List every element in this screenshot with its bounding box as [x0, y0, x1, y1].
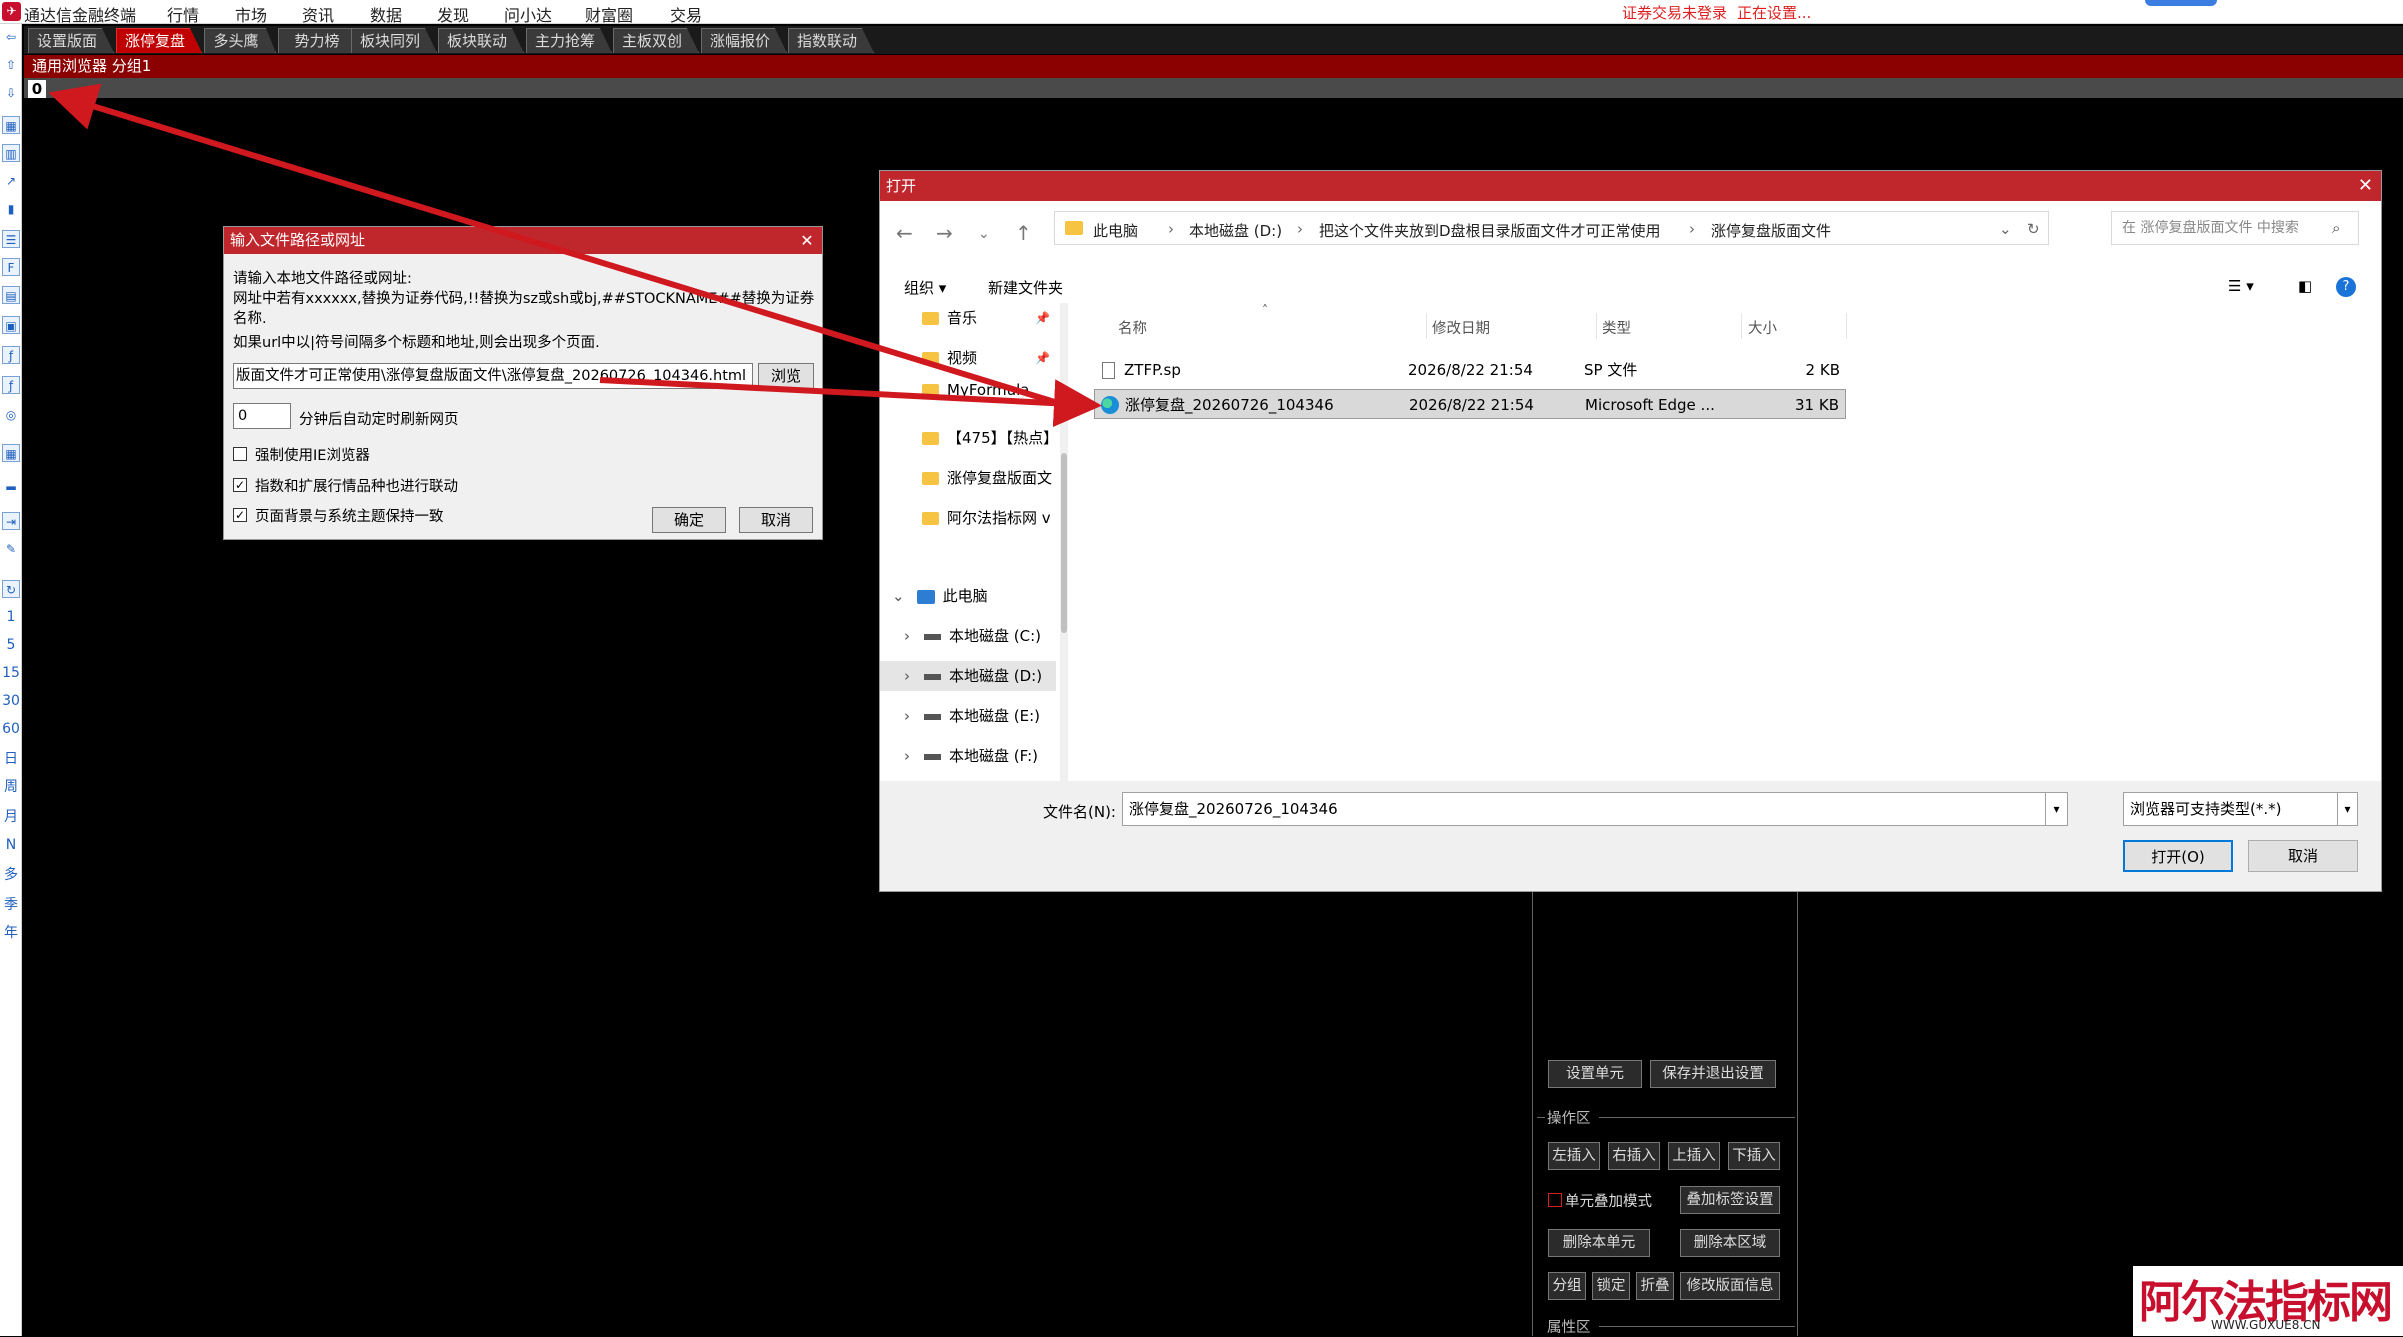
annotation-arrows [48, 83, 1102, 428]
watermark-url: WWW.GUXUE8.CN [2211, 1318, 2321, 1332]
arrow-to-zero-cell [48, 83, 1059, 406]
watermark-logo: 阿尔法指标网 WWW.GUXUE8.CN [2133, 1266, 2403, 1336]
